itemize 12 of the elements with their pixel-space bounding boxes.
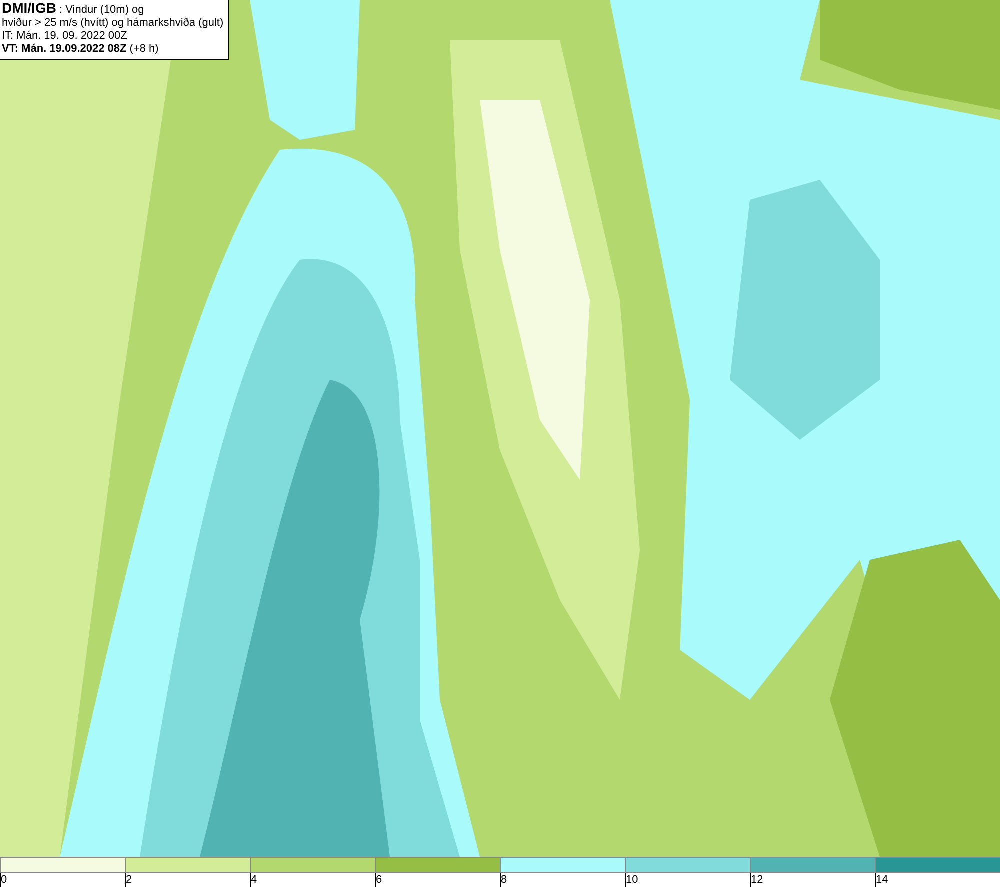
header-text: hviður > 25 m/s (hvítt) og hámarkshviða (gult) (2, 17, 224, 30)
header-text: DMI/IGB : Vindur (10m) og (2, 2, 146, 17)
legend-tick-label: 8 (500, 873, 508, 887)
legend-tick-label: 6 (375, 873, 382, 887)
legend-tick-label: 10 (625, 873, 638, 887)
legend-tick-label: 12 (750, 873, 764, 887)
header-text: VT: Mán. 19.09.2022 08Z (+8 h) (2, 43, 160, 56)
legend-tick-label: 14 (875, 873, 888, 887)
header-text: IT: Mán. 19. 09. 2022 00Z (2, 30, 128, 43)
legend-tick-label: 2 (125, 873, 132, 887)
legend-tick-label: 0 (0, 873, 8, 887)
legend-tick-label: 4 (250, 873, 258, 887)
